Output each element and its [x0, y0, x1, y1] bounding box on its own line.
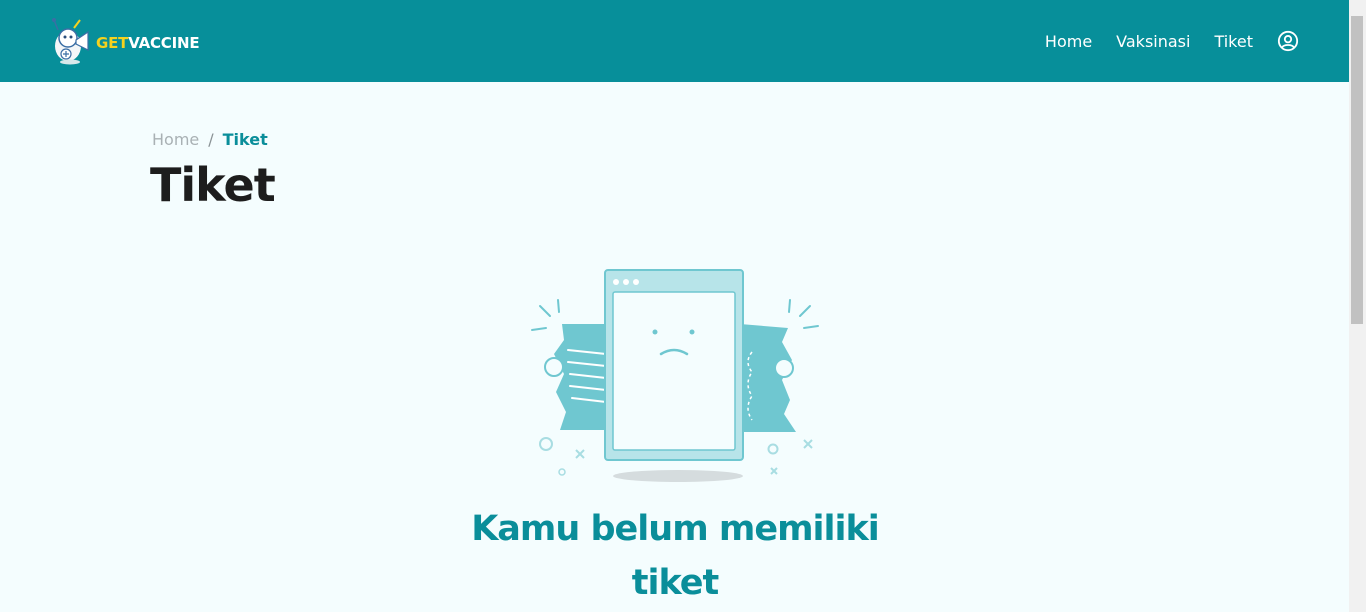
brand-get: GET — [96, 34, 129, 52]
mascot-icon — [52, 18, 89, 65]
empty-ticket-illustration — [531, 269, 819, 482]
breadcrumb-home[interactable]: Home — [152, 130, 199, 149]
brand-vaccine: VACCINE — [128, 34, 200, 52]
breadcrumb-separator: / — [208, 130, 214, 149]
scrollbar-thumb[interactable] — [1351, 16, 1363, 324]
vertical-scrollbar[interactable] — [1349, 0, 1366, 612]
top-navbar: GETVACCINE Home Vaksinasi Tiket — [0, 0, 1349, 82]
breadcrumb: Home / Tiket — [152, 130, 268, 149]
user-circle-icon[interactable] — [1277, 30, 1299, 52]
empty-tickets-message: Kamu belum memiliki tiket — [471, 509, 880, 603]
brand-logo[interactable]: GETVACCINE — [50, 16, 212, 66]
nav-tiket[interactable]: Tiket — [1214, 32, 1253, 51]
brand-wordmark: GETVACCINE — [96, 34, 200, 52]
nav-vaksinasi[interactable]: Vaksinasi — [1116, 32, 1190, 51]
page-title: Tiket — [150, 158, 276, 212]
breadcrumb-current: Tiket — [222, 130, 268, 149]
nav-links: Home Vaksinasi Tiket — [1021, 0, 1299, 82]
nav-home[interactable]: Home — [1045, 32, 1092, 51]
